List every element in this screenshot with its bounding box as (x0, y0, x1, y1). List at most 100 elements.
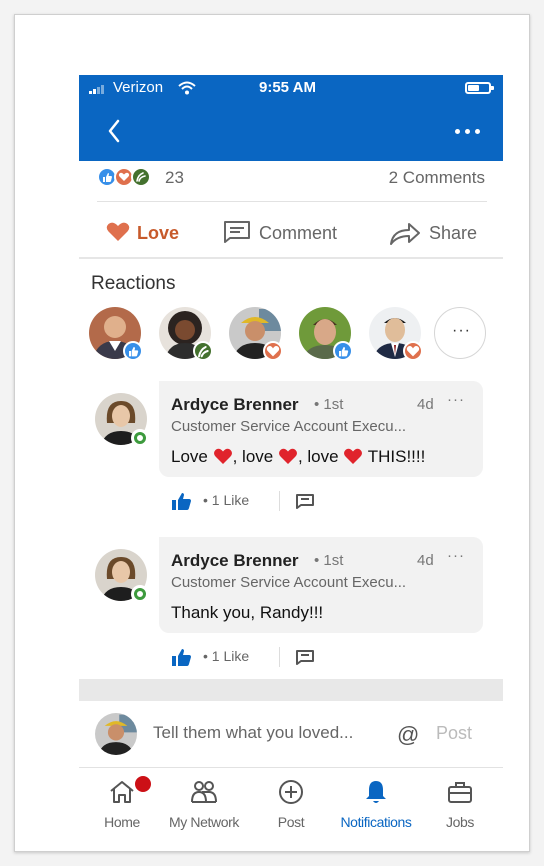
comment-icon (224, 221, 250, 243)
home-icon (110, 781, 134, 803)
briefcase-icon (448, 782, 472, 803)
tab-notifications[interactable]: Notifications (331, 774, 421, 834)
like-count: • 1 Like (203, 492, 250, 508)
comment-compose-bar: Tell them what you loved... @ Post (79, 703, 503, 765)
reaction-count: 23 (165, 168, 184, 187)
bell-icon (366, 781, 386, 803)
comment-more-icon[interactable]: ··· (447, 391, 465, 408)
red-heart-emoji-icon (278, 448, 297, 464)
like-icon[interactable] (171, 491, 193, 511)
separator (279, 647, 280, 667)
like-icon[interactable] (171, 647, 193, 667)
more-reactors-label: ··· (452, 322, 471, 339)
avatar[interactable] (89, 307, 143, 361)
notification-dot (133, 774, 153, 794)
comment-text-part: , love (297, 447, 344, 466)
avatar[interactable] (299, 307, 353, 361)
comment-bubble: Ardyce Brenner • 1st 4d ··· Customer Ser… (159, 381, 483, 477)
wifi-icon (178, 81, 196, 95)
comment-text: Thank you, Randy!!! (171, 603, 324, 622)
comment-actions: • 1 Like (171, 645, 371, 669)
commenter-avatar[interactable] (95, 393, 149, 447)
network-icon (191, 781, 217, 803)
post-icon (279, 780, 303, 804)
avatar[interactable] (369, 307, 423, 361)
comment-time: 4d (417, 396, 434, 413)
tab-label: Jobs (446, 814, 474, 830)
connection-degree: • 1st (314, 552, 344, 569)
love-label: Love (137, 223, 180, 243)
commenter-avatar[interactable] (95, 549, 149, 603)
mention-icon[interactable]: @ (397, 722, 419, 748)
avatar[interactable] (159, 307, 213, 361)
tab-label: Home (104, 814, 140, 830)
back-arrow-icon[interactable] (103, 115, 127, 147)
tab-label: My Network (169, 814, 239, 830)
comment-actions: • 1 Like (171, 489, 371, 513)
love-badge-icon (403, 341, 423, 361)
tab-post[interactable]: Post (246, 774, 336, 834)
like-count: • 1 Like (203, 648, 250, 664)
nav-bar (79, 101, 503, 161)
heart-icon (106, 222, 130, 241)
share-button[interactable]: Share (389, 219, 489, 247)
avatar[interactable] (229, 307, 283, 361)
like-badge-icon (123, 341, 143, 361)
commenter-headline: Customer Service Account Execu... (171, 574, 407, 591)
share-icon (390, 223, 420, 245)
comment-time: 4d (417, 552, 434, 569)
love-badge-icon (263, 341, 283, 361)
clock: 9:55 AM (259, 79, 316, 96)
divider (97, 201, 487, 202)
status-bar: Verizon 9:55 AM (79, 75, 503, 101)
connection-degree: • 1st (314, 396, 344, 413)
signal-icon (89, 84, 109, 94)
commenter-headline: Customer Service Account Execu... (171, 418, 407, 435)
post-comment-button[interactable]: Post (436, 723, 472, 744)
tab-my-network[interactable]: My Network (159, 774, 249, 834)
online-status-icon (131, 429, 149, 447)
comment-more-icon[interactable]: ··· (447, 547, 465, 564)
online-status-icon (131, 585, 149, 603)
comment-text: Love , love , love THIS!!!! (171, 447, 425, 467)
red-heart-emoji-icon (213, 448, 232, 464)
reaction-summary[interactable]: 23 2 Comments (97, 165, 487, 191)
commenter-name[interactable]: Ardyce Brenner (171, 551, 299, 571)
comment-text-part: Love (171, 447, 213, 466)
more-options-icon[interactable] (455, 123, 483, 139)
love-button[interactable]: Love (105, 219, 195, 247)
commenter-name[interactable]: Ardyce Brenner (171, 395, 299, 415)
reaction-icons (97, 167, 161, 189)
celebrate-reaction-icon (131, 167, 151, 187)
red-heart-emoji-icon (344, 448, 363, 464)
tab-jobs[interactable]: Jobs (415, 774, 503, 834)
tab-label: Post (277, 814, 305, 830)
reactor-avatars: ··· (89, 307, 499, 363)
reply-icon[interactable] (295, 493, 315, 511)
like-badge-icon (333, 341, 353, 361)
share-label: Share (429, 223, 478, 243)
comments-count[interactable]: 2 Comments (389, 168, 485, 188)
divider (79, 257, 503, 259)
phone-screen: Verizon 9:55 AM 23 2 Comments Love Comme… (79, 75, 503, 841)
celebrate-badge-icon (193, 341, 213, 361)
user-avatar (95, 713, 137, 755)
reply-icon[interactable] (295, 649, 315, 667)
separator (279, 491, 280, 511)
more-reactors-button[interactable]: ··· (434, 307, 486, 359)
reactions-heading: Reactions (91, 273, 176, 294)
comment-button[interactable]: Comment (223, 219, 353, 247)
tab-label: Notifications (340, 814, 412, 830)
comment-input[interactable]: Tell them what you loved... (153, 723, 353, 743)
comment-text-part: THIS!!!! (363, 447, 426, 466)
post-actions: Love Comment Share (79, 213, 503, 253)
comment-item: Ardyce Brenner • 1st 4d ··· Customer Ser… (79, 537, 503, 677)
comment-item: Ardyce Brenner • 1st 4d ··· Customer Ser… (79, 381, 503, 521)
section-divider (79, 679, 503, 701)
comment-bubble: Ardyce Brenner • 1st 4d ··· Customer Ser… (159, 537, 483, 633)
carrier-name: Verizon (113, 79, 164, 96)
comment-text-part: , love (232, 447, 278, 466)
battery-icon (465, 82, 494, 94)
comment-label: Comment (259, 223, 338, 243)
tab-home[interactable]: Home (79, 774, 167, 834)
